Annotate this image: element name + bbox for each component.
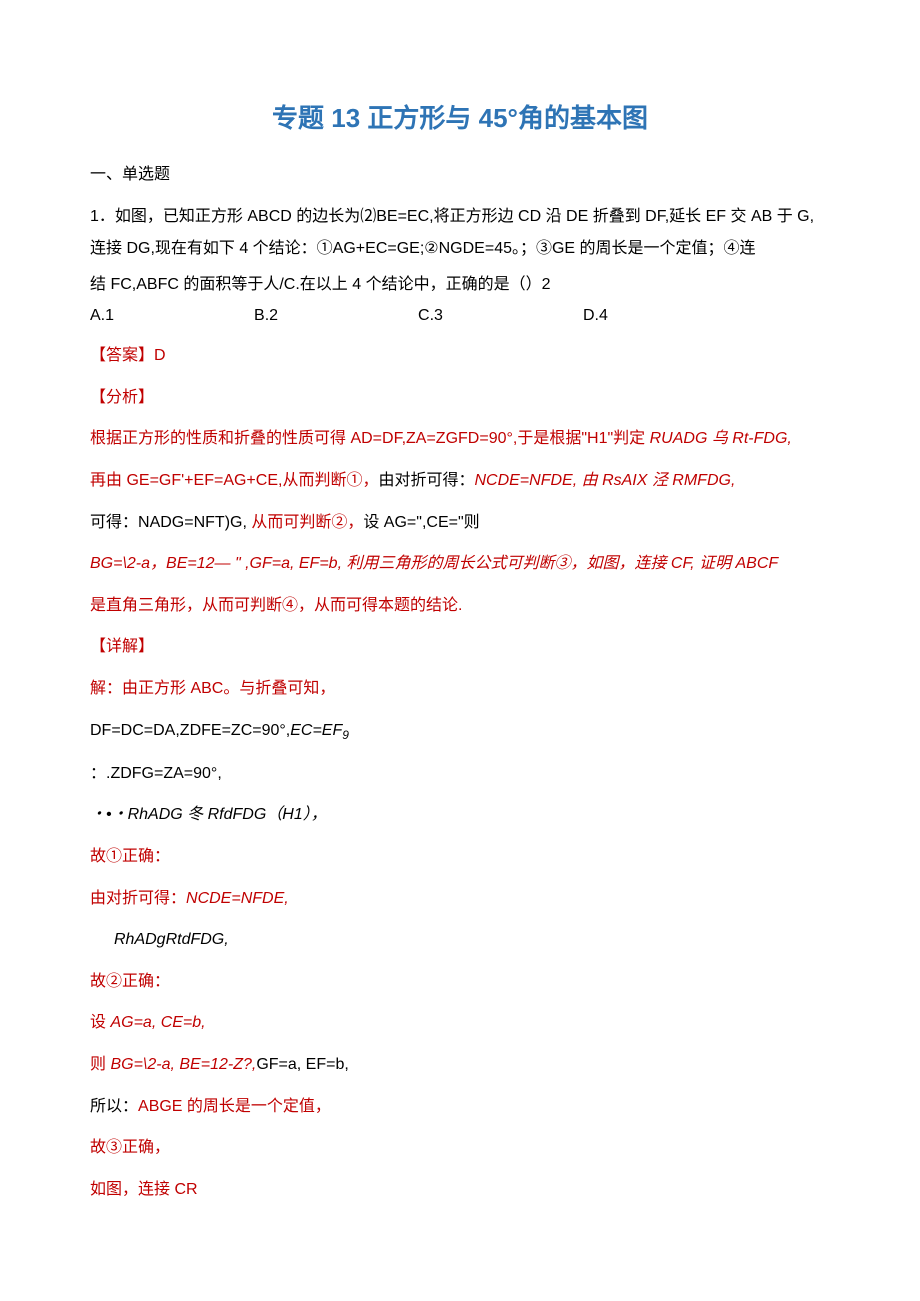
analysis-p3-a: 可得： — [90, 514, 138, 531]
detail-d10-c: GF=a, EF=b, — [256, 1056, 348, 1073]
detail-d3: ：.ZDFG=ZA=90°, — [90, 761, 830, 787]
analysis-header: 【分析】 — [90, 385, 830, 411]
detail-d1: 解：由正方形 ABC。与折叠可知， — [90, 676, 830, 702]
detail-d7: RhADgRtdFDG, — [90, 927, 830, 953]
analysis-p2-e: RsAIX 泾 RMFDG, — [602, 472, 735, 489]
page-title: 专题 13 正方形与 45°角的基本图 — [90, 100, 830, 136]
detail-d13: 如图，连接 CR — [90, 1177, 830, 1203]
section-heading: 一、单选题 — [90, 164, 830, 186]
detail-d9-a: 设 — [90, 1014, 110, 1031]
analysis-p3-c: 从而可判断②， — [247, 514, 363, 531]
analysis-p1-a: 根据正方形的性质和折叠的性质可得 AD=DF,ZA=ZGFD=90°,于是根据"… — [90, 430, 650, 447]
detail-d2-b: EC=EF — [290, 722, 342, 739]
detail-d9: 设 AG=a, CE=b, — [90, 1010, 830, 1036]
detail-d4: ・•・RhADG 冬 RfdFDG（H1）， — [90, 802, 830, 828]
detail-d2-c: 9 — [342, 728, 349, 742]
analysis-p2-b: 由对折可得： — [378, 472, 474, 489]
choice-a: A.1 — [90, 305, 114, 327]
detail-d6-a: 由对折可得： — [90, 890, 186, 907]
detail-d10: 则 BG=\2-a, BE=12-Z?,GF=a, EF=b, — [90, 1052, 830, 1078]
analysis-p2-a: 再由 GE=GF'+EF=AG+CE,从而判断①， — [90, 472, 378, 489]
analysis-p2-d: 由 — [577, 472, 602, 489]
detail-d1-text: 解：由正方形 ABC。与折叠可知， — [90, 680, 335, 697]
detail-d2: DF=DC=DA,ZDFE=ZC=90°,EC=EF9 — [90, 718, 830, 745]
detail-d11-a: 所以： — [90, 1098, 138, 1115]
question-line-2: 结 FC,ABFC 的面积等于人/C.在以上 4 个结论中，正确的是（）2 — [90, 269, 830, 301]
choice-b: B.2 — [254, 305, 278, 327]
detail-d13-a: 如图，连接 CR — [90, 1181, 198, 1198]
analysis-p2-c: NCDE=NFDE, — [474, 472, 577, 489]
analysis-p4: BG=\2-a，BE=12— " ,GF=a, EF=b, 利用三角形的周长公式… — [90, 551, 830, 577]
analysis-p3-b: NADG=NFT)G, — [138, 514, 247, 531]
analysis-p3-d: 设 AG=",CE="则 — [363, 514, 479, 531]
answer-value: D — [154, 347, 166, 364]
analysis-p2: 再由 GE=GF'+EF=AG+CE,从而判断①，由对折可得：NCDE=NFDE… — [90, 468, 830, 494]
choice-row: A.1 B.2 C.3 D.4 — [90, 305, 830, 327]
detail-header: 【详解】 — [90, 634, 830, 660]
detail-d12: 故③正确， — [90, 1135, 830, 1161]
choice-c: C.3 — [418, 305, 443, 327]
question-line-1: 1．如图，已知正方形 ABCD 的边长为⑵BE=EC,将正方形边 CD 沿 DE… — [90, 201, 830, 265]
answer-label: 【答案】 — [90, 347, 154, 364]
detail-d10-a: 则 — [90, 1056, 110, 1073]
detail-d9-b: AG=a, CE=b, — [110, 1014, 205, 1031]
detail-d10-b: BG=\2-a, BE=12-Z?, — [110, 1056, 256, 1073]
detail-d5: 故①正确： — [90, 844, 830, 870]
answer-line: 【答案】D — [90, 343, 830, 369]
analysis-p3: 可得：NADG=NFT)G, 从而可判断②，设 AG=",CE="则 — [90, 510, 830, 536]
analysis-p1: 根据正方形的性质和折叠的性质可得 AD=DF,ZA=ZGFD=90°,于是根据"… — [90, 426, 830, 452]
detail-d8: 故②正确： — [90, 969, 830, 995]
detail-d6-b: NCDE=NFDE, — [186, 890, 289, 907]
detail-d11: 所以：ABGE 的周长是一个定值， — [90, 1094, 830, 1120]
detail-d2-a: DF=DC=DA,ZDFE=ZC=90°, — [90, 722, 290, 739]
choice-d: D.4 — [583, 305, 608, 327]
analysis-p5: 是直角三角形，从而可判断④，从而可得本题的结论. — [90, 593, 830, 619]
analysis-p1-b: RUADG 乌 Rt-FDG, — [650, 430, 792, 447]
detail-d6: 由对折可得：NCDE=NFDE, — [90, 886, 830, 912]
detail-d11-b: ABGE 的周长是一个定值， — [138, 1098, 331, 1115]
